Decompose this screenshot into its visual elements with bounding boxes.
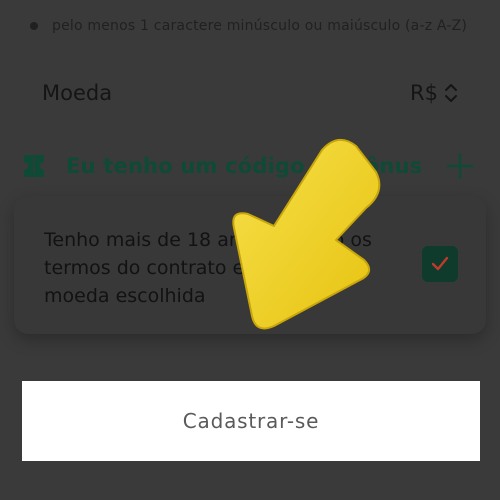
currency-selector[interactable]: Moeda R$ <box>28 72 458 114</box>
signup-button[interactable]: Cadastrar-se <box>22 381 480 461</box>
plus-icon[interactable] <box>444 150 476 182</box>
currency-value-wrapper[interactable]: R$ <box>410 81 458 105</box>
password-rule: pelo menos 1 caractere minúsculo ou maiú… <box>24 12 494 40</box>
terms-card: Tenho mais de 18 anos e aceito os termos… <box>14 196 486 334</box>
check-icon <box>431 256 449 271</box>
ticket-icon <box>24 155 44 177</box>
bullet-icon <box>30 22 38 30</box>
currency-value: R$ <box>410 81 438 105</box>
currency-label: Moeda <box>42 81 113 105</box>
bonus-code-toggle[interactable]: Eu tenho um código de bônus <box>18 144 480 188</box>
updown-chevron-icon <box>445 84 457 102</box>
password-rule-text: pelo menos 1 caractere minúsculo ou maiú… <box>52 18 468 34</box>
terms-checkbox[interactable] <box>422 246 458 282</box>
terms-text: Tenho mais de 18 anos e aceito os termos… <box>44 229 372 307</box>
bonus-code-label: Eu tenho um código de bônus <box>66 154 423 178</box>
